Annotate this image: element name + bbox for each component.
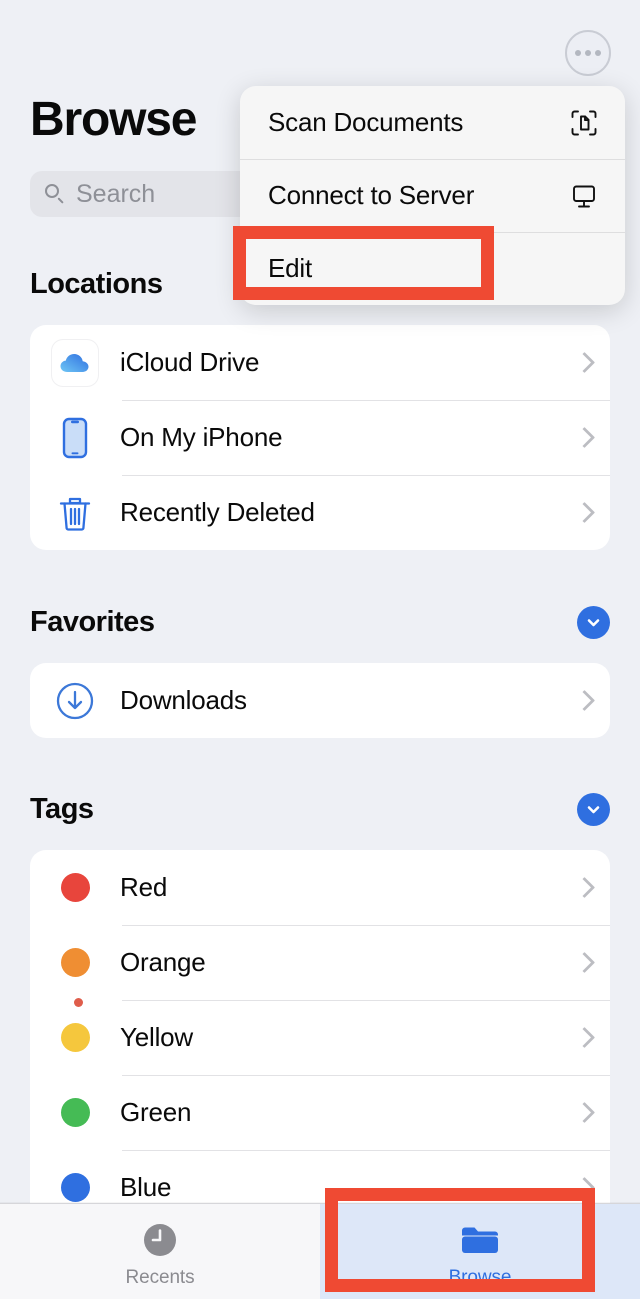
search-placeholder: Search (76, 180, 155, 209)
chevron-right-icon (576, 1101, 590, 1125)
tag-dot-icon (52, 948, 98, 977)
ellipsis-dot (575, 50, 581, 56)
list-item-label: Blue (98, 1172, 576, 1203)
tag-dot-icon (52, 1098, 98, 1127)
menu-item-connect-to-server[interactable]: Connect to Server (240, 159, 625, 232)
list-item-label: On My iPhone (98, 422, 576, 453)
chevron-down-circle-icon[interactable] (577, 606, 610, 639)
tag-color-swatch (61, 873, 90, 902)
files-browse-screen: Browse Search Locations (0, 0, 640, 1299)
chevron-right-icon (576, 501, 590, 525)
menu-item-label: Connect to Server (268, 180, 569, 211)
chevron-down-circle-icon[interactable] (577, 793, 610, 826)
tag-dot-icon (52, 873, 98, 902)
ellipsis-dot (585, 50, 591, 56)
list-item-label: Yellow (98, 1022, 576, 1053)
section-title: Tags (30, 793, 94, 826)
section-header-favorites: Favorites (30, 606, 610, 639)
favorites-list: Downloads (30, 663, 610, 738)
list-item[interactable]: On My iPhone (30, 400, 610, 475)
menu-item-label: Scan Documents (268, 107, 569, 138)
list-item[interactable]: Downloads (30, 663, 610, 738)
list-item-label: Orange (98, 947, 576, 978)
section-title: Locations (30, 268, 162, 301)
list-item[interactable]: Yellow (30, 1000, 610, 1075)
ellipsis-circle-icon[interactable] (565, 30, 611, 76)
tag-color-swatch (61, 1023, 90, 1052)
trash-icon (52, 493, 98, 533)
ellipsis-dot (595, 50, 601, 56)
chevron-right-icon (576, 876, 590, 900)
list-item[interactable]: Recently Deleted (30, 475, 610, 550)
chevron-right-icon (576, 351, 590, 375)
page-title: Browse (30, 96, 196, 144)
menu-item-no-icon (569, 254, 599, 284)
tag-color-swatch (61, 1098, 90, 1127)
list-item-label: Red (98, 872, 576, 903)
menu-item-scan-documents[interactable]: Scan Documents (240, 86, 625, 159)
cursor-pointer-dot (74, 998, 83, 1007)
scan-documents-icon (569, 108, 599, 138)
list-item-label: Recently Deleted (98, 497, 576, 528)
tag-color-swatch (61, 1173, 90, 1202)
clock-icon (140, 1219, 180, 1261)
menu-item-label: Edit (268, 253, 569, 284)
tab-browse[interactable]: Browse (320, 1204, 640, 1299)
list-item[interactable]: Green (30, 1075, 610, 1150)
list-item[interactable]: Red (30, 850, 610, 925)
chevron-right-icon (576, 1176, 590, 1200)
tag-dot-icon (52, 1173, 98, 1202)
server-display-icon (569, 181, 599, 211)
search-icon (44, 183, 66, 205)
tab-label: Recents (125, 1267, 194, 1289)
iphone-icon (52, 417, 98, 459)
list-item-label: Downloads (98, 685, 576, 716)
tags-list: Red Orange Yellow Green (30, 850, 610, 1225)
list-item-label: iCloud Drive (98, 347, 576, 378)
locations-list: iCloud Drive On My iPhone (30, 325, 610, 550)
icloud-drive-icon (52, 340, 98, 386)
list-item-label: Green (98, 1097, 576, 1128)
chevron-right-icon (576, 689, 590, 713)
more-options-menu: Scan Documents Connect to Server (240, 86, 625, 305)
section-title: Favorites (30, 606, 154, 639)
tab-label: Browse (449, 1267, 512, 1289)
chevron-right-icon (576, 951, 590, 975)
tab-bar: Recents Browse (0, 1203, 640, 1299)
list-item[interactable]: iCloud Drive (30, 325, 610, 400)
tag-dot-icon (52, 1023, 98, 1052)
folder-icon (459, 1219, 501, 1261)
tag-color-swatch (61, 948, 90, 977)
tab-recents[interactable]: Recents (0, 1204, 320, 1299)
list-item[interactable]: Orange (30, 925, 610, 1000)
chevron-right-icon (576, 426, 590, 450)
chevron-right-icon (576, 1026, 590, 1050)
download-circle-icon (52, 681, 98, 721)
section-header-tags: Tags (30, 793, 610, 826)
menu-item-edit[interactable]: Edit (240, 232, 625, 305)
